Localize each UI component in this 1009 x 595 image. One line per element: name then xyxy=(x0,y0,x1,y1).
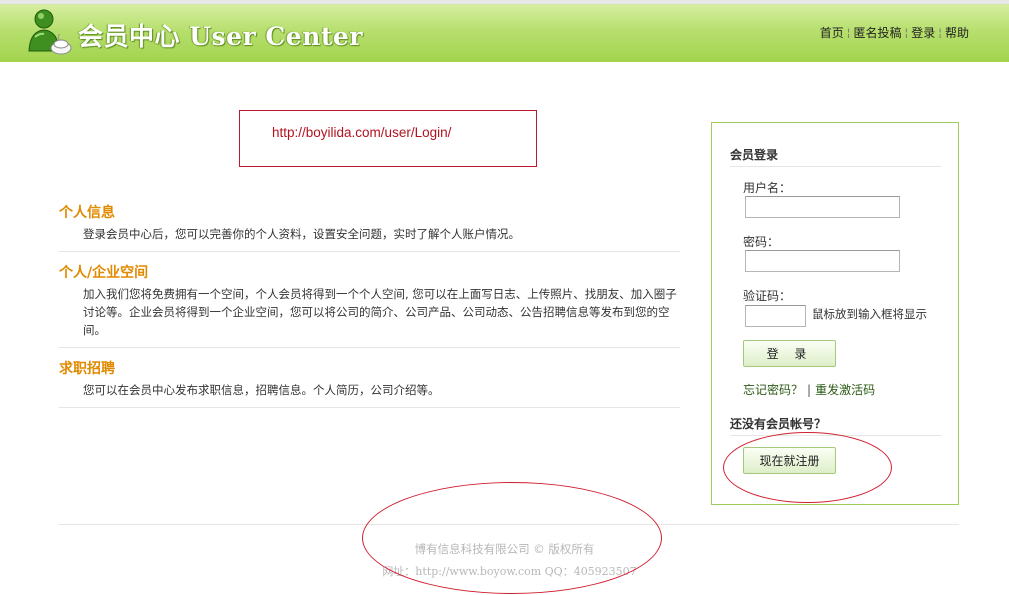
nav-separator: ¦ xyxy=(938,26,942,39)
nav-home-link[interactable]: 首页 xyxy=(820,24,844,41)
section-title: 个人信息 xyxy=(59,205,115,221)
section-title: 个人/企业空间 xyxy=(59,265,149,281)
nav-separator: ¦ xyxy=(904,26,909,39)
annotation-url-text: http://boyilida.com/user/Login/ xyxy=(272,125,452,140)
top-navigation: 首页 ¦ 匿名投稿 ¦ 登录 ¦ 帮助 xyxy=(820,24,969,41)
nav-separator: ¦ xyxy=(846,26,851,39)
login-help-links: 忘记密码？ | 重发激活码 xyxy=(743,381,875,398)
username-label: 用户名： xyxy=(743,181,792,195)
password-input[interactable] xyxy=(745,250,900,272)
section-personal-info: 个人信息 登录会员中心后，您可以完善你的个人资料，设置安全问题，实时了解个人账户… xyxy=(59,202,680,252)
resend-activation-link[interactable]: 重发激活码 xyxy=(815,383,875,397)
forgot-password-link[interactable]: 忘记密码？ xyxy=(743,383,803,397)
password-label: 密码： xyxy=(743,235,780,249)
nav-help-link[interactable]: 帮助 xyxy=(945,24,969,41)
nav-login-link[interactable]: 登录 xyxy=(911,24,935,41)
section-job-recruitment: 求职招聘 您可以在会员中心发布求职信息，招聘信息。个人简历，公司介绍等。 xyxy=(59,358,680,408)
no-account-heading: 还没有会员帐号？ xyxy=(730,417,827,431)
captcha-label: 验证码： xyxy=(743,289,792,303)
section-description: 登录会员中心后，您可以完善你的个人资料，设置安全问题，实时了解个人账户情况。 xyxy=(83,227,520,241)
header-bar: 会员中心 User Center 首页 ¦ 匿名投稿 ¦ 登录 ¦ 帮助 xyxy=(0,4,1009,62)
username-input[interactable] xyxy=(745,196,900,218)
login-button[interactable]: 登 录 xyxy=(743,340,836,367)
site-logo-text: 会员中心 User Center xyxy=(78,22,363,51)
section-description: 您可以在会员中心发布求职信息，招聘信息。个人简历，公司介绍等。 xyxy=(83,383,440,397)
section-title: 求职招聘 xyxy=(59,361,115,377)
section-personal-enterprise-space: 个人/企业空间 加入我们您将免费拥有一个空间，个人会员将得到一个个人空间, 您可… xyxy=(59,262,680,348)
link-separator: | xyxy=(807,383,812,397)
footer-annotation-ellipse xyxy=(362,482,662,594)
captcha-hint: 鼠标放到输入框将显示 xyxy=(812,307,927,321)
register-annotation-ellipse xyxy=(723,432,892,503)
nav-anonymous-post-link[interactable]: 匿名投稿 xyxy=(854,24,902,41)
captcha-input[interactable] xyxy=(745,305,806,327)
user-group-logo-icon xyxy=(28,9,72,55)
login-panel-title: 会员登录 xyxy=(730,148,779,162)
divider xyxy=(730,166,941,167)
section-description: 加入我们您将免费拥有一个空间，个人会员将得到一个个人空间, 您可以在上面写日志、… xyxy=(83,287,677,337)
url-annotation-box: http://boyilida.com/user/Login/ xyxy=(239,110,537,167)
